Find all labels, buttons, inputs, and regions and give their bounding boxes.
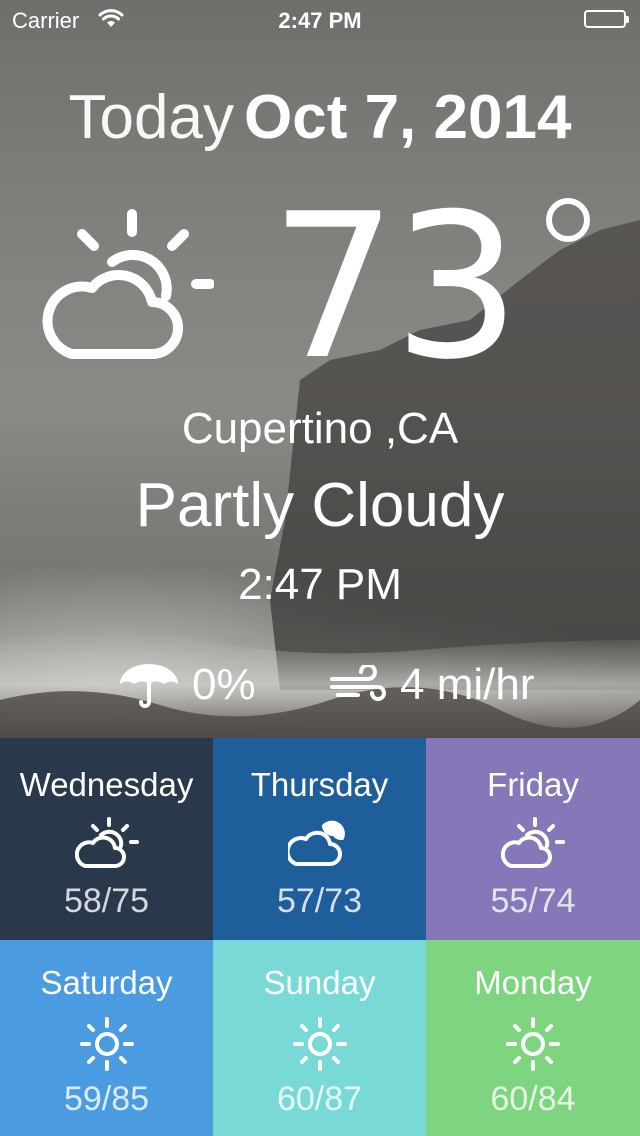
wind-icon (330, 665, 386, 701)
forecast-day-name: Friday (487, 766, 579, 803)
wind-stat: 4 mi/hr (328, 660, 534, 710)
weather-screen: Carrier 2:47 PM Today Oct 7, 2014 73 Cup… (0, 0, 640, 1136)
forecast-grid: Wednesday 58/75 Thursday 57/73 Friday 55… (0, 738, 640, 1136)
forecast-temp-range: 60/84 (490, 1080, 576, 1118)
forecast-day-name: Sunday (263, 964, 376, 1001)
cloudy-sun-icon (213, 816, 426, 870)
precipitation-stat: 0% (118, 660, 256, 710)
forecast-temp-range: 58/75 (63, 882, 150, 920)
forecast-day-saturday[interactable]: Saturday 59/85 (0, 940, 213, 1136)
forecast-day-wednesday[interactable]: Wednesday 58/75 (0, 738, 213, 940)
wind-value: 4 mi/hr (400, 660, 535, 709)
location-label: Cupertino ,CA (181, 404, 459, 453)
forecast-day-thursday[interactable]: Thursday 57/73 (213, 738, 426, 940)
forecast-temp-range: 60/87 (276, 1080, 363, 1118)
sun-icon (426, 1016, 640, 1072)
status-time: 2:47 PM (278, 8, 362, 33)
umbrella-icon (120, 664, 178, 708)
forecast-temp-range: 59/85 (63, 1080, 150, 1118)
status-bar: Carrier 2:47 PM (0, 0, 640, 40)
sun-icon (0, 1016, 213, 1072)
sun-icon (213, 1016, 426, 1072)
forecast-day-name: Thursday (250, 766, 389, 803)
forecast-day-name: Monday (474, 964, 592, 1001)
condition-label: Partly Cloudy (135, 471, 505, 540)
updated-time: 2:47 PM (238, 560, 402, 609)
forecast-day-name: Saturday (40, 964, 173, 1001)
today-label: Today (68, 83, 234, 152)
degree-icon (546, 198, 590, 242)
current-stats: 0% 4 mi/hr (0, 660, 640, 716)
forecast-temp-range: 55/74 (490, 882, 576, 920)
forecast-day-friday[interactable]: Friday 55/74 (426, 738, 640, 940)
date-label: Oct 7, 2014 (244, 83, 572, 152)
forecast-day-sunday[interactable]: Sunday 60/87 (213, 940, 426, 1136)
partly-cloudy-icon (34, 204, 215, 369)
forecast-temp-range: 57/73 (276, 882, 363, 920)
battery-icon (584, 10, 629, 28)
forecast-day-monday[interactable]: Monday 60/84 (426, 940, 640, 1136)
current-temperature: 73 (270, 171, 520, 404)
forecast-day-name: Wednesday (19, 766, 194, 803)
partly-cloudy-icon (0, 816, 213, 870)
precipitation-value: 0% (192, 660, 256, 709)
partly-cloudy-icon (426, 816, 640, 870)
date-heading: Today Oct 7, 2014 (0, 82, 640, 153)
